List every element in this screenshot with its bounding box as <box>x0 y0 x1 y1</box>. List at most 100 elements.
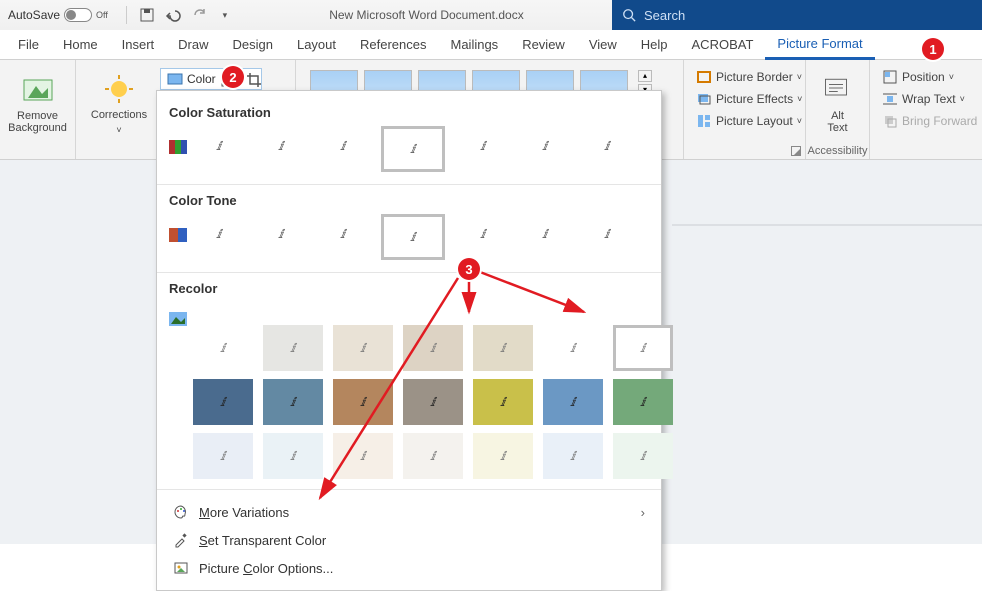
tone-thumb[interactable]: ⅈ <box>521 214 569 254</box>
palette-icon <box>173 504 189 520</box>
search-box[interactable] <box>612 0 982 30</box>
recolor-thumb[interactable]: ⅈ <box>263 379 323 425</box>
tab-draw[interactable]: Draw <box>166 30 220 60</box>
group-background: Remove Background <box>0 60 76 159</box>
chevron-down-icon: ˅ <box>116 125 121 135</box>
picture-effects-button[interactable]: Picture Effects˅ <box>692 88 806 110</box>
crop-icon[interactable] <box>246 72 262 88</box>
recolor-thumb[interactable]: ⅈ <box>403 325 463 371</box>
autosave-toggle-icon[interactable] <box>64 8 92 22</box>
position-label: Position <box>902 70 945 84</box>
autosave[interactable]: AutoSave Off <box>0 8 116 22</box>
recolor-thumb[interactable]: ⅈ <box>543 325 603 371</box>
saturation-thumb[interactable]: ⅈ <box>459 126 507 166</box>
recolor-thumb[interactable]: ⅈ <box>193 379 253 425</box>
remove-background-label: Remove Background <box>8 110 67 134</box>
saturation-thumb[interactable]: ⅈ <box>195 126 243 166</box>
dialog-launcher-icon[interactable] <box>791 146 801 156</box>
saturation-thumb-selected[interactable]: ⅈ <box>381 126 445 172</box>
tone-thumb[interactable]: ⅈ <box>257 214 305 254</box>
tab-home[interactable]: Home <box>51 30 110 60</box>
recolor-thumb[interactable]: ⅈ <box>263 433 323 479</box>
tab-file[interactable]: File <box>6 30 51 60</box>
tone-thumb[interactable]: ⅈ <box>459 214 507 254</box>
recolor-thumb[interactable]: ⅈ <box>333 325 393 371</box>
corrections-icon <box>103 73 135 105</box>
picture-effects-label: Picture Effects <box>716 92 793 106</box>
tab-acrobat[interactable]: ACROBAT <box>680 30 766 60</box>
section-title-tone: Color Tone <box>169 193 649 208</box>
chevron-down-icon: ˅ <box>797 116 802 126</box>
chevron-down-icon: ˅ <box>960 94 965 104</box>
tab-mailings[interactable]: Mailings <box>439 30 511 60</box>
recolor-thumb[interactable]: ⅈ <box>403 433 463 479</box>
recolor-thumb[interactable]: ⅈ <box>613 433 673 479</box>
search-icon <box>622 8 636 22</box>
tab-design[interactable]: Design <box>221 30 285 60</box>
picture-border-label: Picture Border <box>716 70 793 84</box>
recolor-thumb[interactable]: ⅈ <box>613 325 673 371</box>
undo-icon[interactable] <box>165 7 181 23</box>
group-label-accessibility: Accessibility <box>806 143 869 157</box>
tone-thumb[interactable]: ⅈ <box>195 214 243 254</box>
bring-forward-button[interactable]: Bring Forward <box>878 110 981 132</box>
recolor-thumb[interactable]: ⅈ <box>543 433 603 479</box>
recolor-thumb[interactable]: ⅈ <box>473 433 533 479</box>
tab-layout[interactable]: Layout <box>285 30 348 60</box>
tab-review[interactable]: Review <box>510 30 577 60</box>
tone-icon <box>169 228 187 242</box>
tone-thumb-selected[interactable]: ⅈ <box>381 214 445 260</box>
redo-icon[interactable] <box>191 7 207 23</box>
recolor-thumb[interactable]: ⅈ <box>613 379 673 425</box>
wrap-text-button[interactable]: Wrap Text˅ <box>878 88 969 110</box>
picture-effects-icon <box>696 91 712 107</box>
recolor-thumb[interactable]: ⅈ <box>263 325 323 371</box>
separator <box>126 6 127 24</box>
eyedropper-icon <box>173 532 189 548</box>
picture-border-button[interactable]: Picture Border˅ <box>692 66 806 88</box>
saturation-icon <box>169 140 187 154</box>
wrap-text-icon <box>882 91 898 107</box>
qat-dropdown-icon[interactable]: ▾ <box>217 7 233 23</box>
tone-thumbs: ⅈ ⅈ ⅈ ⅈ ⅈ ⅈ ⅈ <box>193 214 631 260</box>
gallery-scroll-up-icon[interactable]: ▴ <box>638 70 652 82</box>
alt-text-button[interactable]: Alt Text <box>811 64 865 144</box>
alt-text-label: Alt Text <box>827 110 847 134</box>
search-input[interactable] <box>644 8 944 23</box>
callout-2: 2 <box>222 66 244 88</box>
tab-picture-format[interactable]: Picture Format <box>765 30 874 60</box>
recolor-thumb[interactable]: ⅈ <box>473 379 533 425</box>
saturation-thumb[interactable]: ⅈ <box>583 126 631 166</box>
tone-thumb[interactable]: ⅈ <box>583 214 631 254</box>
saturation-thumb[interactable]: ⅈ <box>319 126 367 166</box>
more-variations-item[interactable]: More Variations › <box>169 498 649 526</box>
picture-color-options-item[interactable]: Picture Color Options... <box>169 554 649 582</box>
saturation-thumbs: ⅈ ⅈ ⅈ ⅈ ⅈ ⅈ ⅈ <box>193 126 631 172</box>
recolor-thumb[interactable]: ⅈ <box>193 433 253 479</box>
position-button[interactable]: Position ˅ <box>878 66 958 88</box>
saturation-thumb[interactable]: ⅈ <box>521 126 569 166</box>
tab-view[interactable]: View <box>577 30 629 60</box>
recolor-thumb[interactable]: ⅈ <box>473 325 533 371</box>
quick-access-toolbar: ▾ <box>116 6 241 24</box>
remove-background-button[interactable]: Remove Background <box>5 64 71 144</box>
corrections-button[interactable]: Corrections ˅ <box>84 64 154 144</box>
recolor-thumb[interactable]: ⅈ <box>333 433 393 479</box>
picture-icon <box>173 560 189 576</box>
set-transparent-color-item[interactable]: Set Transparent Color <box>169 526 649 554</box>
picture-layout-button[interactable]: Picture Layout˅ <box>692 110 806 132</box>
tab-references[interactable]: References <box>348 30 438 60</box>
set-transparent-label: Set Transparent Color <box>199 533 326 548</box>
recolor-thumb[interactable]: ⅈ <box>403 379 463 425</box>
recolor-thumb[interactable]: ⅈ <box>543 379 603 425</box>
corrections-label: Corrections <box>91 109 147 121</box>
saturation-thumb[interactable]: ⅈ <box>257 126 305 166</box>
tab-help[interactable]: Help <box>629 30 680 60</box>
tab-insert[interactable]: Insert <box>110 30 167 60</box>
save-icon[interactable] <box>139 7 155 23</box>
recolor-thumb[interactable]: ⅈ <box>333 379 393 425</box>
picture-border-icon <box>696 69 712 85</box>
chevron-down-icon: ˅ <box>949 72 954 82</box>
recolor-thumb[interactable]: ⅈ <box>193 325 253 371</box>
tone-thumb[interactable]: ⅈ <box>319 214 367 254</box>
